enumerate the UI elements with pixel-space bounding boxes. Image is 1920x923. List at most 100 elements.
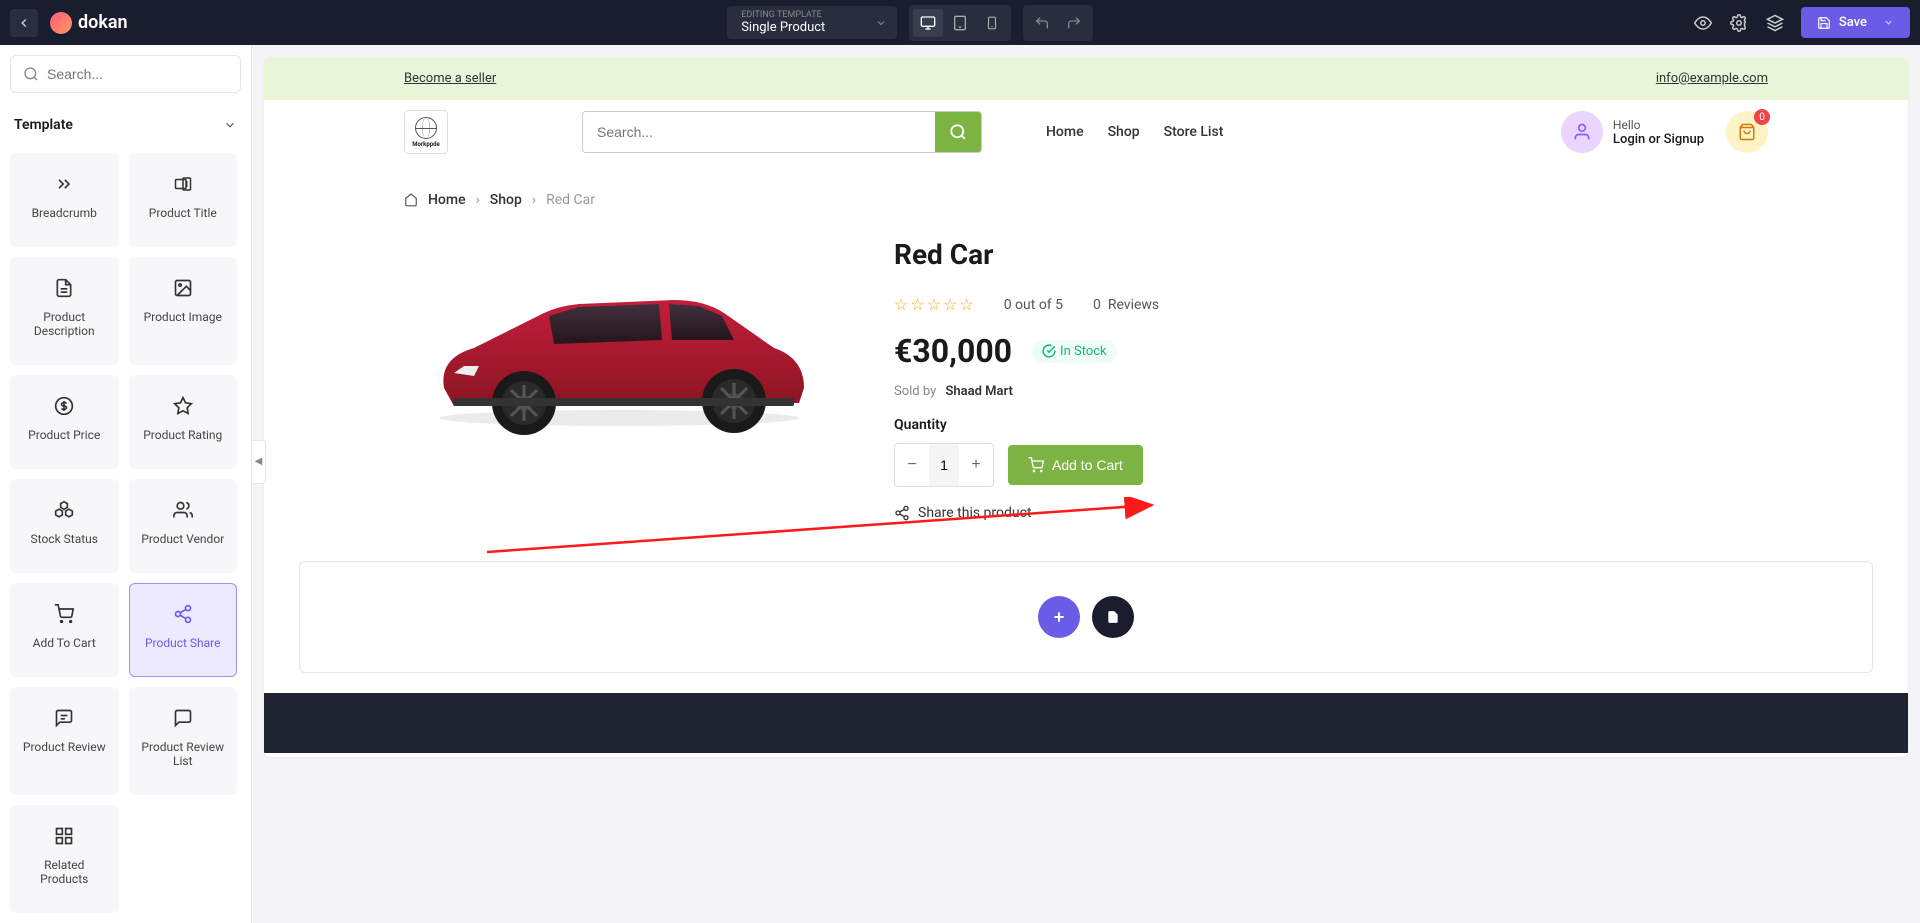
widget-breadcrumb[interactable]: Breadcrumb — [10, 153, 119, 247]
widget-label: Product Price — [28, 428, 100, 442]
widget-product-vendor[interactable]: Product Vendor — [129, 479, 238, 573]
grid-icon — [54, 824, 74, 848]
chevron-right-icon: › — [476, 192, 480, 208]
chevron-down-icon — [875, 17, 887, 29]
layers-icon[interactable] — [1765, 13, 1785, 33]
breadcrumb-shop[interactable]: Shop — [490, 192, 522, 208]
home-icon — [404, 193, 418, 207]
product-image — [404, 238, 834, 478]
search-input[interactable] — [47, 66, 228, 82]
widget-label: Add To Cart — [33, 636, 96, 650]
undo-redo-group — [1023, 5, 1093, 41]
qty-decrease[interactable]: − — [895, 444, 929, 486]
widget-label: Product Share — [145, 636, 221, 650]
check-circle-icon — [1042, 344, 1056, 358]
contact-email-link[interactable]: info@example.com — [1656, 71, 1768, 86]
device-desktop[interactable] — [913, 9, 943, 37]
back-button[interactable] — [10, 9, 38, 37]
site-search-button[interactable] — [935, 112, 981, 152]
become-seller-link[interactable]: Become a seller — [404, 71, 496, 86]
widget-stock-status[interactable]: Stock Status — [10, 479, 119, 573]
preview-canvas: Become a seller info@example.com Morkppd… — [264, 57, 1908, 757]
nav-store-list[interactable]: Store List — [1164, 124, 1224, 140]
qty-increase[interactable]: + — [959, 444, 993, 486]
stock-badge: In Stock — [1032, 340, 1117, 363]
breadcrumb: Home › Shop › Red Car — [264, 164, 1908, 218]
reviews-count: 0 — [1093, 297, 1101, 313]
preview-icon[interactable] — [1693, 13, 1713, 33]
add-to-cart-button[interactable]: Add to Cart — [1008, 445, 1143, 485]
share-icon — [894, 505, 910, 521]
vendor-link[interactable]: Shaad Mart — [945, 384, 1012, 399]
widget-label: Product Title — [149, 206, 217, 220]
chat-icon — [54, 706, 74, 730]
star-icon: ☆ — [943, 295, 957, 314]
redo-button[interactable] — [1059, 9, 1089, 37]
star-icon — [173, 394, 193, 418]
widget-product-image[interactable]: Product Image — [129, 257, 238, 365]
share-product[interactable]: Share this product — [894, 505, 1768, 521]
greeting-text: Hello — [1613, 118, 1704, 132]
chat-list-icon — [173, 706, 193, 730]
widget-product-review-list[interactable]: Product Review List — [129, 687, 238, 795]
file-text-icon — [54, 276, 74, 300]
add-element-button[interactable] — [1038, 596, 1080, 638]
nav-home[interactable]: Home — [1046, 124, 1084, 140]
share-icon — [173, 602, 193, 626]
cart-icon — [1028, 457, 1044, 473]
login-link[interactable]: Login or Signup — [1613, 132, 1704, 147]
widget-label: Product Rating — [143, 428, 222, 442]
site-header: Morkppde HomeShopStore List Hello Login — [264, 100, 1908, 164]
product-title: Red Car — [894, 238, 1768, 271]
dollar-icon — [54, 394, 74, 418]
settings-icon[interactable] — [1729, 13, 1749, 33]
paste-element-button[interactable] — [1092, 596, 1134, 638]
widget-product-rating[interactable]: Product Rating — [129, 375, 238, 469]
widget-grid: Breadcrumb Product Title Product Descripti… — [10, 153, 241, 913]
qty-input[interactable] — [929, 444, 959, 486]
dokan-logo: dokan — [50, 12, 128, 34]
section-toggle-template[interactable]: Template — [10, 109, 241, 141]
breadcrumb-current: Red Car — [546, 192, 595, 208]
product-price: €30,000 — [894, 332, 1012, 370]
save-button[interactable]: Save — [1801, 7, 1910, 38]
template-selector[interactable]: EDITING TEMPLATE Single Product — [727, 6, 897, 39]
cart-icon — [54, 602, 74, 626]
device-switcher — [909, 5, 1011, 41]
sold-by: Sold by Shaad Mart — [894, 384, 1768, 399]
widget-add-to-cart[interactable]: Add To Cart — [10, 583, 119, 677]
widget-product-description[interactable]: Product Description — [10, 257, 119, 365]
undo-button[interactable] — [1027, 9, 1057, 37]
breadcrumb-home[interactable]: Home — [428, 192, 466, 208]
quantity-label: Quantity — [894, 417, 1768, 433]
quantity-stepper: − + — [894, 443, 994, 487]
device-tablet[interactable] — [945, 9, 975, 37]
widget-product-review[interactable]: Product Review — [10, 687, 119, 795]
header-cart-button[interactable]: 0 — [1726, 111, 1768, 153]
widget-label: Product Review List — [138, 740, 229, 768]
site-footer — [264, 693, 1908, 753]
widget-product-title[interactable]: Product Title — [129, 153, 238, 247]
text-cursor-icon — [172, 172, 194, 196]
cart-count-badge: 0 — [1754, 109, 1770, 125]
widget-product-price[interactable]: Product Price — [10, 375, 119, 469]
rating-text: 0 out of 5 — [1004, 297, 1063, 313]
template-name: Single Product — [741, 20, 883, 35]
template-label: EDITING TEMPLATE — [741, 10, 883, 20]
users-icon — [173, 498, 193, 522]
widget-label: Stock Status — [31, 532, 98, 546]
section-title: Template — [14, 117, 73, 133]
widget-related-products[interactable]: Related Products — [10, 805, 119, 913]
site-search-input[interactable] — [583, 112, 935, 152]
device-mobile[interactable] — [977, 9, 1007, 37]
widget-product-share[interactable]: Product Share — [129, 583, 238, 677]
site-search — [582, 111, 982, 153]
reviews-label: Reviews — [1108, 297, 1159, 313]
nav-shop[interactable]: Shop — [1108, 124, 1140, 140]
chevron-down-icon — [1883, 17, 1894, 28]
store-logo[interactable]: Morkppde — [404, 110, 448, 154]
widget-search[interactable] — [10, 55, 241, 93]
avatar[interactable] — [1561, 111, 1603, 153]
sidebar-collapse-handle[interactable]: ◀ — [252, 440, 266, 484]
save-label: Save — [1839, 15, 1867, 30]
